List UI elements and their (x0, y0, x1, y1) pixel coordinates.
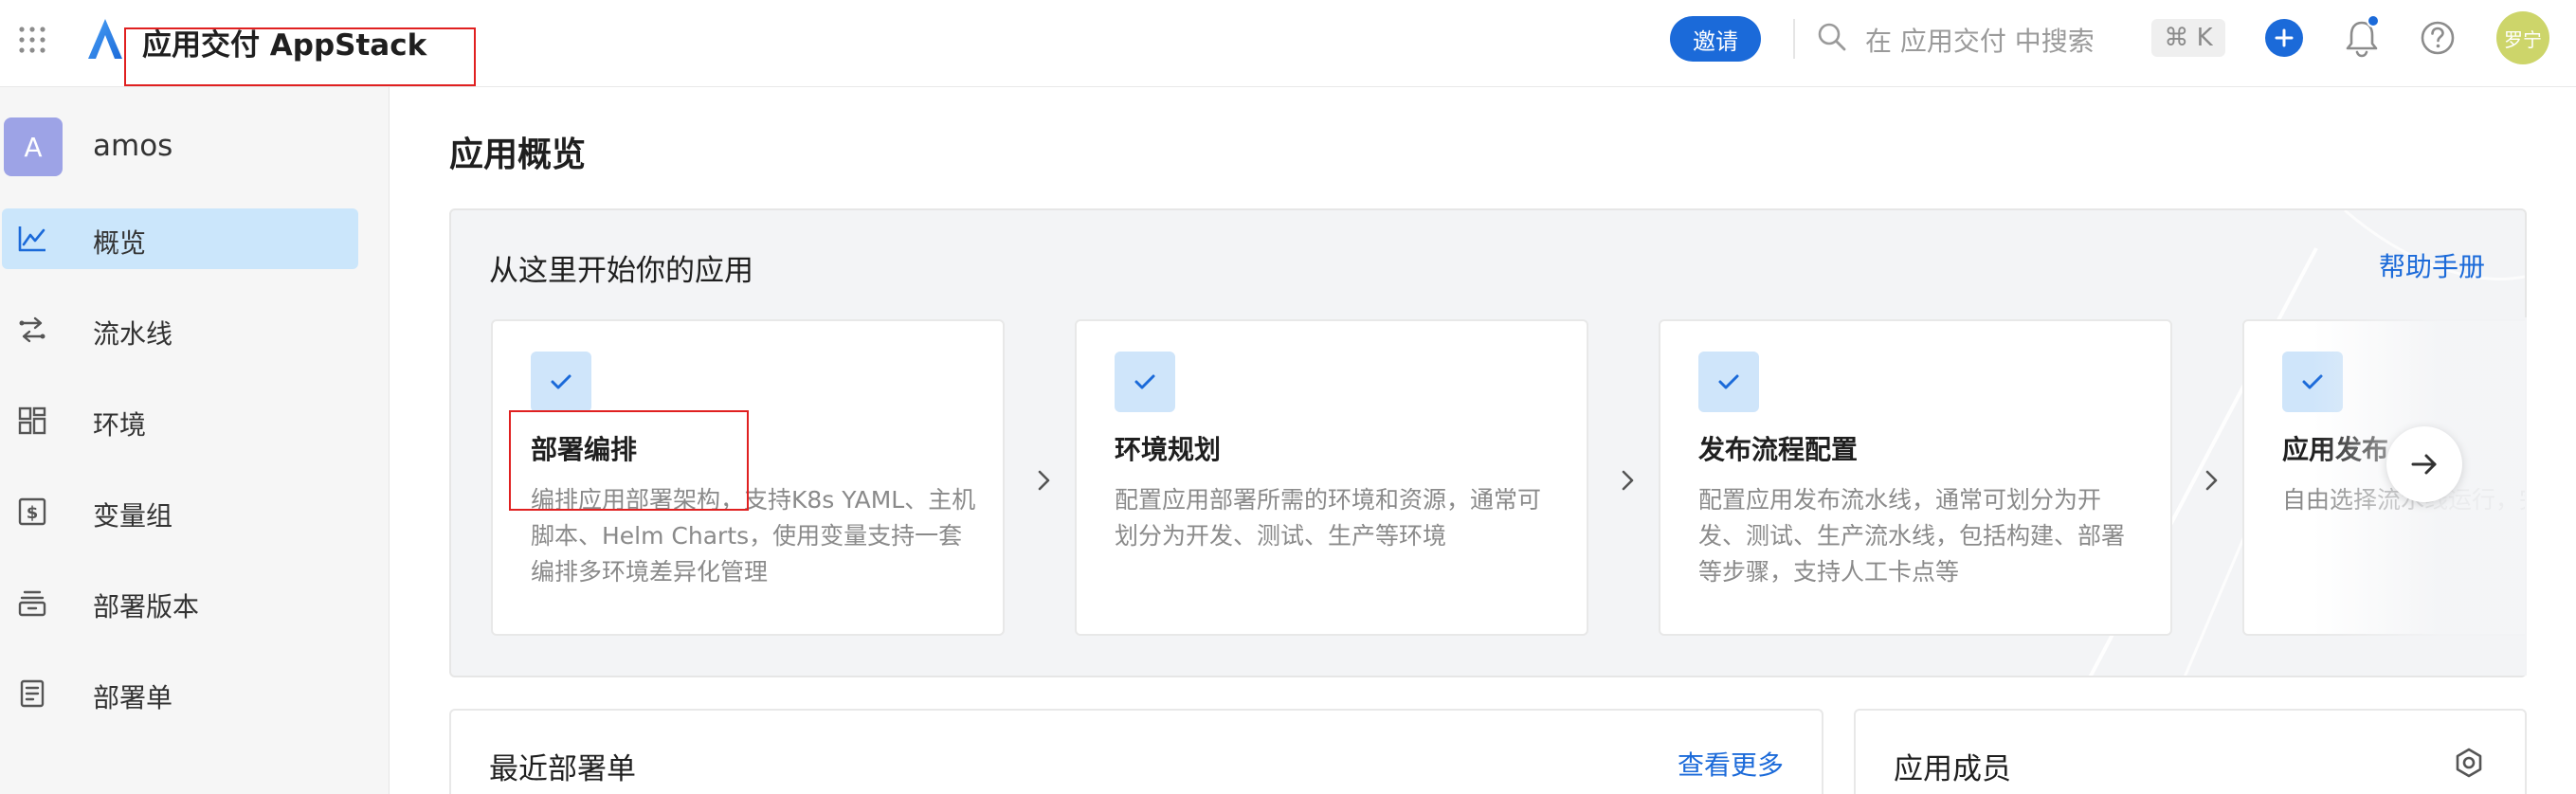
view-more-link[interactable]: 查看更多 (1678, 745, 1784, 783)
step-card-app-release[interactable]: 应用发布 自由选择流水线运行，完成应用交付 (2242, 319, 2525, 636)
getting-started-panel: 从这里开始你的应用 帮助手册 部署编排 编排应用部署架构，支持K8s YAML、… (449, 208, 2527, 677)
sidebar-item-label: 变量组 (93, 500, 173, 532)
step-card-deploy-orchestration[interactable]: 部署编排 编排应用部署架构，支持K8s YAML、主机脚本、Helm Chart… (491, 319, 1005, 636)
getting-started-title: 从这里开始你的应用 (489, 254, 753, 288)
step-card-release-flow-config[interactable]: 发布流程配置 配置应用发布流水线，通常可划分为开发、测试、生产流水线，包括构建、… (1659, 319, 2172, 636)
sidebar-item-overview[interactable]: 概览 (2, 208, 358, 269)
chevron-right-icon (1613, 466, 1642, 495)
archive-icon (17, 588, 47, 617)
apps-grid-icon[interactable] (17, 25, 47, 55)
step-title: 部署编排 (531, 434, 638, 465)
sidebar: A amos 概览 流水线 环境 $ 变量组 部署版本 部署单 (0, 87, 390, 794)
sidebar-item-label: 概览 (93, 227, 147, 259)
appstack-logo[interactable] (85, 17, 125, 61)
check-icon (531, 352, 591, 412)
app-members-panel: 应用成员 (1854, 709, 2527, 794)
chevron-right-icon (1029, 466, 1058, 495)
sidebar-item-pipeline[interactable]: 流水线 (2, 299, 358, 360)
arrow-right-icon (2411, 454, 2437, 475)
panel-title: 最近部署单 (489, 752, 636, 786)
search-shortcut-badge: ⌘ K (2151, 19, 2225, 57)
sidebar-item-variable-group[interactable]: $ 变量组 (2, 481, 358, 542)
sidebar-item-label: 部署版本 (93, 591, 200, 623)
sidebar-item-deploy-version[interactable]: 部署版本 (2, 572, 358, 633)
step-description: 配置应用发布流水线，通常可划分为开发、测试、生产流水线，包括构建、部署等步骤，支… (1698, 486, 2126, 586)
sidebar-item-label: 流水线 (93, 318, 173, 350)
step-description: 配置应用部署所需的环境和资源，通常可划分为开发、测试、生产等环境 (1115, 486, 1542, 550)
recent-deploy-orders-panel: 最近部署单 查看更多 (449, 709, 1823, 794)
user-avatar[interactable]: 罗宁 (2496, 11, 2549, 64)
top-bar: 应用交付 AppStack 邀请 在 应用交付 中搜索 ⌘ K 罗宁 (0, 0, 2576, 87)
step-description: 编排应用部署架构，支持K8s YAML、主机脚本、Helm Charts，使用变… (531, 486, 976, 586)
sidebar-item-deploy-order[interactable]: 部署单 (2, 663, 358, 724)
help-manual-link[interactable]: 帮助手册 (2379, 246, 2485, 284)
org-badge: A (4, 117, 63, 176)
check-icon (2282, 352, 2343, 412)
step-title: 应用发布 (2282, 434, 2389, 465)
check-icon (1698, 352, 1759, 412)
app-title: 应用交付 AppStack (142, 28, 427, 63)
org-name: amos (93, 129, 173, 163)
search-input[interactable]: 在 应用交付 中搜索 (1865, 21, 2095, 59)
panel-title: 应用成员 (1894, 752, 2011, 786)
org-switcher[interactable]: A amos (0, 116, 390, 176)
divider (1793, 19, 1795, 59)
invite-button[interactable]: 邀请 (1670, 16, 1761, 62)
chart-line-icon (17, 225, 47, 253)
create-button[interactable] (2265, 19, 2303, 57)
carousel-next-button[interactable] (2386, 426, 2462, 502)
check-icon (1115, 352, 1175, 412)
document-icon (17, 679, 47, 708)
sidebar-item-environment[interactable]: 环境 (2, 390, 358, 451)
step-title: 发布流程配置 (1698, 434, 1859, 465)
settings-icon[interactable] (2453, 747, 2485, 779)
notification-dot (2367, 14, 2380, 27)
plus-icon (2275, 28, 2294, 47)
svg-text:$: $ (27, 503, 39, 523)
chevron-right-icon (2197, 466, 2225, 495)
search-icon[interactable] (1816, 21, 1848, 53)
sidebar-item-label: 部署单 (93, 682, 173, 713)
grid-icon (17, 406, 47, 435)
page-title: 应用概览 (449, 135, 587, 174)
dollar-icon: $ (17, 497, 47, 526)
step-title: 环境规划 (1115, 434, 1222, 465)
step-card-environment-planning[interactable]: 环境规划 配置应用部署所需的环境和资源，通常可划分为开发、测试、生产等环境 (1075, 319, 1588, 636)
pipeline-icon (17, 316, 47, 344)
help-icon[interactable] (2419, 19, 2457, 57)
sidebar-item-label: 环境 (93, 409, 147, 441)
